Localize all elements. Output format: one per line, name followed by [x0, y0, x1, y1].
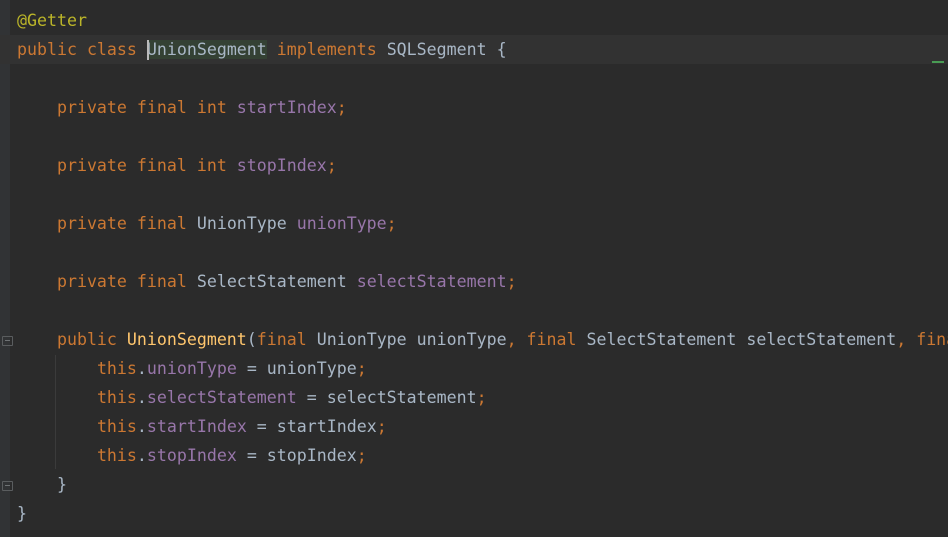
code-token: final — [256, 330, 317, 349]
code-token: } — [17, 475, 67, 494]
code-token: UnionType unionType — [316, 330, 507, 349]
code-text: } — [17, 470, 67, 499]
code-text: } — [17, 499, 27, 528]
code-line[interactable]: private final int startIndex; — [0, 93, 948, 122]
code-text: @Getter — [17, 6, 87, 35]
code-text: this.startIndex = startIndex; — [17, 412, 387, 441]
code-token: private final int — [56, 98, 237, 117]
code-token: startIndex — [236, 98, 337, 117]
code-line[interactable] — [0, 64, 948, 93]
code-line[interactable]: this.stopIndex = stopIndex; — [0, 441, 948, 470]
code-text: public UnionSegment(final UnionType unio… — [17, 325, 948, 354]
code-token: ; — [356, 359, 367, 378]
code-text: private final SelectStatement selectStat… — [17, 267, 517, 296]
code-token: startIndex — [146, 417, 247, 436]
code-token: UnionSegment — [126, 330, 247, 349]
code-token: } — [17, 504, 27, 523]
code-line[interactable] — [0, 296, 948, 325]
code-text: this.selectStatement = selectStatement; — [17, 383, 487, 412]
code-token: public — [17, 40, 87, 59]
code-line[interactable]: private final int stopIndex; — [0, 151, 948, 180]
code-token: = startIndex — [246, 417, 377, 436]
code-line[interactable]: } — [0, 499, 948, 528]
code-token: private final — [56, 272, 197, 291]
code-token: stopIndex — [146, 446, 237, 465]
code-token: ; — [336, 98, 347, 117]
code-token: UnionType — [196, 214, 297, 233]
code-token: unionType — [146, 359, 237, 378]
code-token: , final int — [896, 330, 948, 349]
code-token: private final int — [56, 156, 237, 175]
code-token: implements — [276, 40, 387, 59]
code-token: stopIndex — [236, 156, 327, 175]
code-line[interactable]: @Getter — [0, 6, 948, 35]
code-text: this.unionType = unionType; — [17, 354, 367, 383]
code-text: this.stopIndex = stopIndex; — [17, 441, 367, 470]
code-token: ; — [386, 214, 397, 233]
code-text: private final UnionType unionType; — [17, 209, 397, 238]
code-token: ( — [246, 330, 257, 349]
code-token: @Getter — [17, 11, 87, 30]
code-token: this — [96, 388, 137, 407]
code-token: ; — [376, 417, 387, 436]
code-token: this — [96, 417, 137, 436]
code-line[interactable]: } — [0, 470, 948, 499]
code-token: this — [96, 446, 137, 465]
code-line[interactable]: this.selectStatement = selectStatement; — [0, 383, 948, 412]
code-token: public — [56, 330, 127, 349]
code-line[interactable] — [0, 238, 948, 267]
code-line[interactable]: public UnionSegment(final UnionType unio… — [0, 325, 948, 354]
code-text: public class UnionSegment implements SQL… — [17, 35, 507, 64]
code-token: private final — [56, 214, 197, 233]
code-line[interactable]: private final UnionType unionType; — [0, 209, 948, 238]
code-token: selectStatement — [146, 388, 297, 407]
code-text: private final int stopIndex; — [17, 151, 337, 180]
code-text: private final int startIndex; — [17, 93, 347, 122]
code-token: . — [136, 417, 147, 436]
code-token: . — [136, 388, 147, 407]
code-token: = selectStatement — [296, 388, 477, 407]
code-line[interactable] — [0, 122, 948, 151]
code-token: SQLSegment { — [386, 40, 507, 59]
code-line[interactable]: private final SelectStatement selectStat… — [0, 267, 948, 296]
code-token: , final — [506, 330, 587, 349]
fold-marker-icon[interactable] — [2, 336, 13, 346]
code-token: . — [136, 446, 147, 465]
code-token: ; — [326, 156, 337, 175]
code-token: this — [96, 359, 137, 378]
code-token: . — [136, 359, 147, 378]
code-line[interactable]: this.startIndex = startIndex; — [0, 412, 948, 441]
code-token: selectStatement — [356, 272, 507, 291]
code-token: UnionSegment — [146, 40, 267, 59]
code-line[interactable]: this.unionType = unionType; — [0, 354, 948, 383]
code-line[interactable]: public class UnionSegment implements SQL… — [0, 35, 948, 64]
code-token: SelectStatement selectStatement — [586, 330, 897, 349]
code-token: = stopIndex — [236, 446, 357, 465]
code-token: = unionType — [236, 359, 357, 378]
code-token: unionType — [296, 214, 387, 233]
text-caret — [146, 39, 149, 60]
fold-marker-icon[interactable] — [2, 481, 13, 491]
code-token: SelectStatement — [196, 272, 357, 291]
code-editor[interactable]: @Getter public class UnionSegment impleme… — [0, 0, 948, 537]
code-token: class — [86, 40, 147, 59]
code-token: ; — [356, 446, 367, 465]
code-token: ; — [476, 388, 487, 407]
code-token: ; — [506, 272, 517, 291]
code-line[interactable] — [0, 180, 948, 209]
inspection-ok-icon[interactable] — [932, 61, 944, 63]
